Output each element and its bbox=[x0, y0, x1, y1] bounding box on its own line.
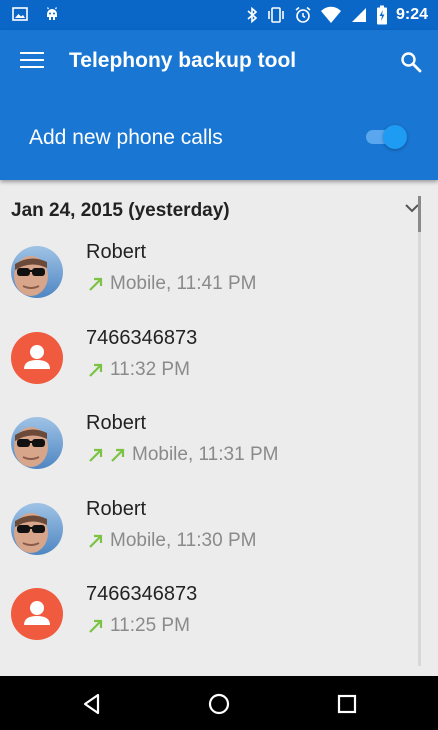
toggle-thumb bbox=[383, 125, 407, 149]
call-log-list[interactable]: Jan 24, 2015 (yesterday) Robert Mobile, … bbox=[0, 180, 438, 676]
contact-placeholder-avatar[interactable] bbox=[11, 331, 63, 384]
call-detail: Mobile, 11:31 PM bbox=[88, 444, 278, 466]
image-icon bbox=[12, 7, 28, 21]
call-detail-text: 11:32 PM bbox=[110, 358, 190, 380]
signal-icon bbox=[351, 8, 366, 22]
call-name: Robert bbox=[86, 412, 147, 434]
add-new-calls-label: Add new phone calls bbox=[29, 126, 223, 149]
bluetooth-icon bbox=[247, 6, 258, 24]
contact-placeholder-avatar[interactable] bbox=[11, 588, 63, 640]
date-header: Jan 24, 2015 (yesterday) bbox=[11, 200, 230, 221]
add-new-calls-toggle[interactable] bbox=[366, 122, 408, 152]
outgoing-call-icon bbox=[89, 534, 103, 548]
call-name: Robert bbox=[86, 241, 147, 263]
call-name: Robert bbox=[86, 497, 147, 520]
contact-photo-avatar[interactable] bbox=[11, 502, 63, 555]
call-detail: Mobile, 11:41 PM bbox=[88, 273, 256, 295]
recents-icon[interactable] bbox=[335, 692, 359, 716]
call-log-row[interactable]: Robert Mobile, 11:31 PM bbox=[0, 407, 416, 493]
call-log-row[interactable]: Robert Mobile, 11:41 PM bbox=[0, 236, 416, 322]
call-detail: 11:25 PM bbox=[88, 615, 190, 637]
contact-photo-avatar[interactable] bbox=[11, 246, 63, 298]
call-name: 7466346873 bbox=[86, 583, 198, 605]
call-detail: Mobile, 11:30 PM bbox=[88, 530, 256, 552]
outgoing-call-icon bbox=[111, 448, 125, 462]
call-detail-text: Mobile, 11:41 PM bbox=[110, 273, 257, 294]
call-detail: 11:32 PM bbox=[88, 359, 190, 381]
search-icon[interactable] bbox=[399, 50, 423, 74]
outgoing-call-icon bbox=[89, 277, 103, 291]
contact-photo-avatar[interactable] bbox=[11, 417, 63, 469]
call-log-row[interactable]: 7466346873 11:25 PM bbox=[0, 578, 416, 664]
call-log-row[interactable]: Robert Mobile, 11:30 PM bbox=[0, 493, 416, 579]
scrollbar-thumb[interactable] bbox=[418, 196, 421, 232]
app-title: Telephony backup tool bbox=[69, 49, 297, 72]
app-bar: Telephony backup tool Add new phone call… bbox=[0, 30, 438, 180]
status-notification-icons bbox=[12, 6, 60, 22]
scrollbar[interactable] bbox=[418, 196, 421, 666]
call-log-row[interactable]: 7466346873 11:32 PM bbox=[0, 322, 416, 408]
status-time: 9:24 bbox=[395, 6, 428, 23]
alarm-icon bbox=[295, 6, 311, 23]
status-system-icons: 9:24 bbox=[246, 5, 428, 25]
call-detail-text: Mobile, 11:31 PM bbox=[132, 444, 279, 465]
call-name: 7466346873 bbox=[86, 326, 198, 349]
outgoing-call-icon bbox=[89, 363, 103, 377]
navigation-bar bbox=[0, 676, 438, 730]
status-bar: 9:24 bbox=[0, 0, 438, 30]
android-icon bbox=[47, 7, 57, 20]
menu-icon[interactable] bbox=[20, 52, 44, 70]
wifi-icon bbox=[320, 6, 341, 23]
home-icon[interactable] bbox=[207, 692, 231, 716]
call-detail-text: 11:25 PM bbox=[110, 615, 190, 636]
chevron-down-icon[interactable] bbox=[405, 204, 419, 214]
call-detail-text: Mobile, 11:30 PM bbox=[110, 529, 257, 551]
outgoing-call-icon bbox=[89, 619, 103, 633]
vibrate-icon bbox=[268, 7, 284, 23]
battery-charging-icon bbox=[376, 5, 387, 25]
outgoing-call-icon bbox=[89, 448, 103, 462]
back-icon[interactable] bbox=[80, 692, 104, 716]
